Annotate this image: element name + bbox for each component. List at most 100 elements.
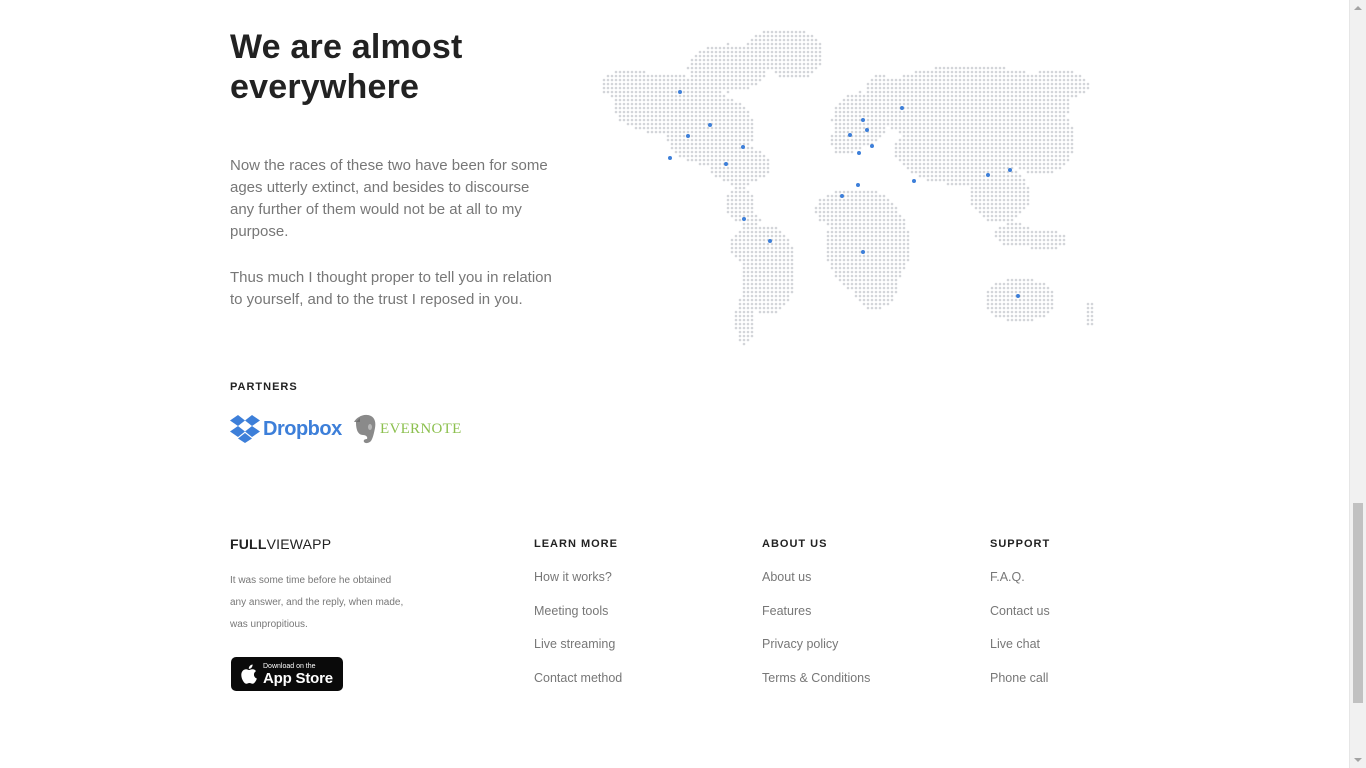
- map-dot: [734, 134, 738, 138]
- footer-logo-rest: VIEWAPP: [266, 536, 332, 552]
- map-dot: [694, 110, 698, 114]
- map-dot: [930, 102, 934, 106]
- footer-link-features[interactable]: Features: [762, 604, 962, 638]
- footer-link-terms[interactable]: Terms & Conditions: [762, 671, 962, 705]
- map-dot: [1018, 238, 1022, 242]
- map-dot: [990, 154, 994, 158]
- map-dot: [994, 154, 998, 158]
- map-dot: [1022, 234, 1026, 238]
- map-dot: [742, 310, 746, 314]
- map-dot: [866, 286, 870, 290]
- map-dot: [738, 242, 742, 246]
- map-dot: [730, 194, 734, 198]
- map-dot: [818, 46, 822, 50]
- vertical-scrollbar[interactable]: [1349, 0, 1366, 768]
- map-dot: [646, 74, 650, 78]
- map-dot: [1038, 242, 1042, 246]
- map-dot: [1010, 102, 1014, 106]
- map-dot: [714, 166, 718, 170]
- scroll-down-arrow-icon[interactable]: [1354, 758, 1362, 762]
- map-dot: [942, 178, 946, 182]
- map-dot: [842, 122, 846, 126]
- map-dot: [1030, 238, 1034, 242]
- footer-link-privacy-policy[interactable]: Privacy policy: [762, 637, 962, 671]
- map-dot: [1038, 230, 1042, 234]
- map-dot: [1058, 94, 1062, 98]
- scrollbar-thumb[interactable]: [1353, 503, 1363, 703]
- map-dot: [846, 250, 850, 254]
- map-dot: [1022, 302, 1026, 306]
- map-dot: [742, 342, 746, 346]
- app-store-button[interactable]: Download on the App Store: [231, 657, 343, 691]
- map-dot: [1018, 130, 1022, 134]
- map-dot: [702, 154, 706, 158]
- map-dot: [1010, 238, 1014, 242]
- footer-link-how-it-works[interactable]: How it works?: [534, 570, 734, 604]
- map-dot: [746, 154, 750, 158]
- map-dot: [1022, 310, 1026, 314]
- map-dot: [878, 290, 882, 294]
- map-dot: [762, 174, 766, 178]
- footer-link-contact-method[interactable]: Contact method: [534, 671, 734, 705]
- map-dot: [730, 110, 734, 114]
- map-dot: [786, 46, 790, 50]
- map-dot: [774, 302, 778, 306]
- map-dot: [718, 114, 722, 118]
- map-dot: [894, 210, 898, 214]
- map-dot: [1038, 134, 1042, 138]
- map-dot: [742, 306, 746, 310]
- map-dot: [1086, 302, 1090, 306]
- map-dot: [718, 78, 722, 82]
- map-dot: [946, 118, 950, 122]
- dropbox-logo[interactable]: Dropbox: [230, 412, 342, 446]
- evernote-logo[interactable]: EVERNOTE: [354, 412, 462, 446]
- map-dot: [774, 250, 778, 254]
- map-dot: [818, 62, 822, 66]
- map-dot: [630, 110, 634, 114]
- map-dot: [666, 126, 670, 130]
- footer-link-phone-call[interactable]: Phone call: [990, 671, 1190, 705]
- map-dot: [706, 150, 710, 154]
- map-dot: [746, 130, 750, 134]
- map-location-marker: [900, 106, 904, 110]
- map-dot: [746, 62, 750, 66]
- map-dot: [694, 126, 698, 130]
- scroll-up-arrow-icon[interactable]: [1354, 6, 1362, 10]
- map-dot: [970, 70, 974, 74]
- map-dot: [734, 190, 738, 194]
- footer-link-about-us[interactable]: About us: [762, 570, 962, 604]
- map-dot: [742, 110, 746, 114]
- map-dot: [986, 290, 990, 294]
- map-dot: [1030, 158, 1034, 162]
- map-dot: [894, 98, 898, 102]
- footer-link-meeting-tools[interactable]: Meeting tools: [534, 604, 734, 638]
- map-dot: [1070, 134, 1074, 138]
- map-dot: [1038, 302, 1042, 306]
- map-dot: [890, 290, 894, 294]
- map-dot: [774, 54, 778, 58]
- map-dot: [878, 198, 882, 202]
- footer-link-contact-us[interactable]: Contact us: [990, 604, 1190, 638]
- map-dot: [638, 78, 642, 82]
- map-dot: [966, 138, 970, 142]
- footer-link-faq[interactable]: F.A.Q.: [990, 570, 1190, 604]
- map-dot: [842, 106, 846, 110]
- map-dot: [1006, 218, 1010, 222]
- footer-link-live-streaming[interactable]: Live streaming: [534, 637, 734, 671]
- map-dot: [742, 322, 746, 326]
- footer-logo[interactable]: FULLVIEWAPP: [230, 536, 331, 552]
- map-dot: [726, 142, 730, 146]
- map-dot: [846, 114, 850, 118]
- map-dot: [842, 274, 846, 278]
- map-dot: [722, 62, 726, 66]
- footer-link-live-chat[interactable]: Live chat: [990, 637, 1190, 671]
- map-dot: [762, 162, 766, 166]
- map-dot: [802, 58, 806, 62]
- map-dot: [942, 150, 946, 154]
- app-store-label: App Store: [263, 669, 333, 687]
- map-dot: [1002, 242, 1006, 246]
- map-dot: [902, 94, 906, 98]
- map-dot: [910, 106, 914, 110]
- map-dot: [714, 50, 718, 54]
- map-dot: [722, 66, 726, 70]
